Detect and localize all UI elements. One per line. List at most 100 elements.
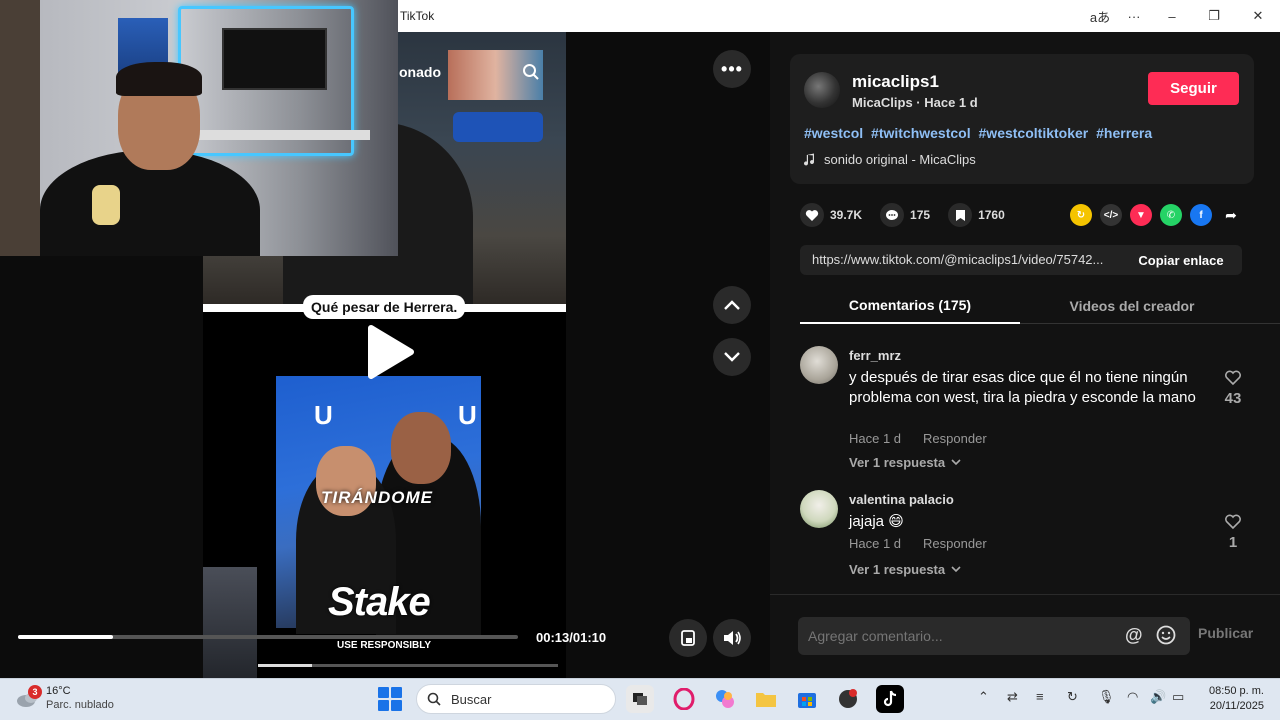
video-progress-bar[interactable] [18, 635, 518, 639]
comment-stat[interactable]: 175 [880, 203, 930, 227]
next-video-button[interactable] [713, 338, 751, 376]
browser-more-icon[interactable]: ··· [1120, 5, 1148, 27]
like-stat[interactable]: 39.7K [800, 203, 862, 227]
facebook-icon[interactable]: f [1190, 204, 1212, 226]
follow-button[interactable]: Seguir [1148, 72, 1239, 105]
microphone-icon[interactable]: 🎙 [1098, 689, 1115, 705]
tray-app-icon[interactable]: ≡ [1036, 689, 1044, 704]
volume-icon [724, 631, 741, 645]
comment-text: jajaja 😄 [849, 513, 904, 530]
comment-avatar[interactable] [800, 490, 838, 528]
video-progress-fill [18, 635, 113, 639]
tray-sync-icon[interactable]: ↻ [1067, 689, 1078, 705]
like-count: 39.7K [830, 208, 863, 222]
video-inner-progress [258, 664, 558, 667]
wifi-icon[interactable]: ◠ [1127, 689, 1138, 705]
comment-meta: Hace 1 d Responder [849, 536, 987, 551]
file-explorer-icon[interactable] [752, 685, 780, 713]
webcam-shelf [190, 130, 370, 140]
clock-time: 08:50 p. m. [1208, 685, 1264, 697]
copy-link-button[interactable]: Copiar enlace [1122, 245, 1240, 275]
heart-icon [800, 203, 824, 227]
save-count: 1760 [978, 208, 1005, 222]
sound-label: sonido original - MicaClips [824, 152, 976, 167]
chevron-down-icon [724, 352, 740, 362]
opera-icon[interactable] [670, 685, 698, 713]
tab-creator-videos[interactable]: Videos del creador [1022, 288, 1242, 324]
hashtag-list: #westcol #twitchwestcol #westcoltiktoker… [804, 125, 1156, 141]
chevron-down-icon [951, 459, 961, 466]
taskbar: 3 16°C Parc. nublado Buscar ⌃ ⇄ ≡ ↻ 🎙 ◠ … [0, 678, 1280, 720]
weather-widget[interactable]: 3 16°C Parc. nublado [16, 684, 114, 712]
share-link-url[interactable]: https://www.tiktok.com/@micaclips1/video… [812, 252, 1122, 267]
comment-like-icon[interactable] [1218, 512, 1248, 530]
share-more-icon[interactable]: ➦ [1220, 204, 1242, 226]
reply-button[interactable]: Responder [923, 536, 987, 551]
video-overlay-text: onado [399, 64, 441, 80]
emoji-icon[interactable] [1156, 625, 1176, 645]
publish-button[interactable]: Publicar [1198, 625, 1253, 641]
tiktok-app: onado Qué pesar de Herrera. U U TIRÁNDOM… [0, 0, 1280, 678]
more-options-button[interactable]: ••• [713, 50, 751, 88]
hashtag-link[interactable]: #westcol [804, 125, 863, 141]
pip-button[interactable] [669, 619, 707, 657]
comment-like-count: 43 [1224, 390, 1242, 407]
previous-video-button[interactable] [713, 286, 751, 324]
translate-icon[interactable]: aあ [1086, 5, 1114, 27]
system-clock[interactable]: 08:50 p. m. 20/11/2025 [1200, 684, 1264, 714]
webcam-tv [222, 28, 327, 90]
details-panel: micaclips1 MicaClips · Hace 1 d Seguir #… [770, 32, 1280, 678]
search-icon [427, 692, 441, 706]
send-to-friends-icon[interactable]: ▼ [1130, 204, 1152, 226]
sound-link[interactable]: sonido original - MicaClips [804, 152, 976, 167]
volume-button[interactable] [713, 619, 751, 657]
embed-icon[interactable]: </> [1100, 204, 1122, 226]
copilot-icon[interactable] [711, 685, 739, 713]
hashtag-link[interactable]: #westcoltiktoker [979, 125, 1089, 141]
comment-like-icon[interactable] [1218, 368, 1248, 386]
task-view-icon[interactable] [626, 685, 654, 713]
tray-chevron-up-icon[interactable]: ⌃ [978, 689, 989, 705]
repost-icon[interactable]: ↻ [1070, 204, 1092, 226]
app-icon-dark[interactable] [834, 685, 862, 713]
save-stat[interactable]: 1760 [948, 203, 1005, 227]
comment-avatar[interactable] [800, 346, 838, 384]
view-replies-button[interactable]: Ver 1 respuesta [849, 455, 961, 470]
tab-comments[interactable]: Comentarios (175) [800, 288, 1020, 324]
play-icon[interactable] [363, 324, 415, 380]
minimize-button[interactable]: – [1158, 5, 1186, 27]
close-button[interactable]: ✕ [1244, 5, 1272, 27]
author-avatar[interactable] [804, 72, 840, 108]
comment-item: ferr_mrz y después de tirar esas dice qu… [800, 346, 1250, 476]
view-replies-button[interactable]: Ver 1 respuesta [849, 562, 961, 577]
tray-settings-icon[interactable]: ⇄ [1007, 689, 1018, 705]
comment-username[interactable]: valentina palacio [849, 492, 954, 507]
restore-button[interactable]: ❐ [1200, 5, 1228, 27]
chevron-down-icon [951, 566, 961, 573]
author-username[interactable]: micaclips1 [852, 72, 939, 92]
comment-username[interactable]: ferr_mrz [849, 348, 901, 363]
author-card: micaclips1 MicaClips · Hace 1 d Seguir #… [790, 54, 1254, 184]
taskbar-search[interactable]: Buscar [416, 684, 616, 714]
battery-icon[interactable]: ▭ [1172, 689, 1184, 705]
view-replies-label: Ver 1 respuesta [849, 455, 946, 470]
photo-face-right [391, 412, 451, 484]
tiktok-icon[interactable] [876, 685, 904, 713]
video-caption: Qué pesar de Herrera. [303, 295, 466, 319]
comment-text: y después de tirar esas dice que él no t… [849, 369, 1196, 406]
mention-icon[interactable]: @ [1125, 625, 1143, 646]
whatsapp-icon[interactable]: ✆ [1160, 204, 1182, 226]
speaker-icon[interactable]: 🔊 [1150, 689, 1166, 705]
comment-icon [880, 203, 905, 227]
comment-composer: @ Publicar [770, 594, 1280, 678]
hashtag-link[interactable]: #twitchwestcol [871, 125, 971, 141]
view-replies-label: Ver 1 respuesta [849, 562, 946, 577]
comment-like-count: 1 [1228, 534, 1238, 551]
clock-date: 20/11/2025 [1209, 700, 1264, 712]
reply-button[interactable]: Responder [923, 431, 987, 446]
video-area: onado Qué pesar de Herrera. U U TIRÁNDOM… [0, 0, 770, 678]
hashtag-link[interactable]: #herrera [1096, 125, 1152, 141]
store-icon[interactable] [793, 685, 821, 713]
start-button[interactable] [378, 687, 402, 711]
cloud-icon: 3 [16, 685, 42, 709]
